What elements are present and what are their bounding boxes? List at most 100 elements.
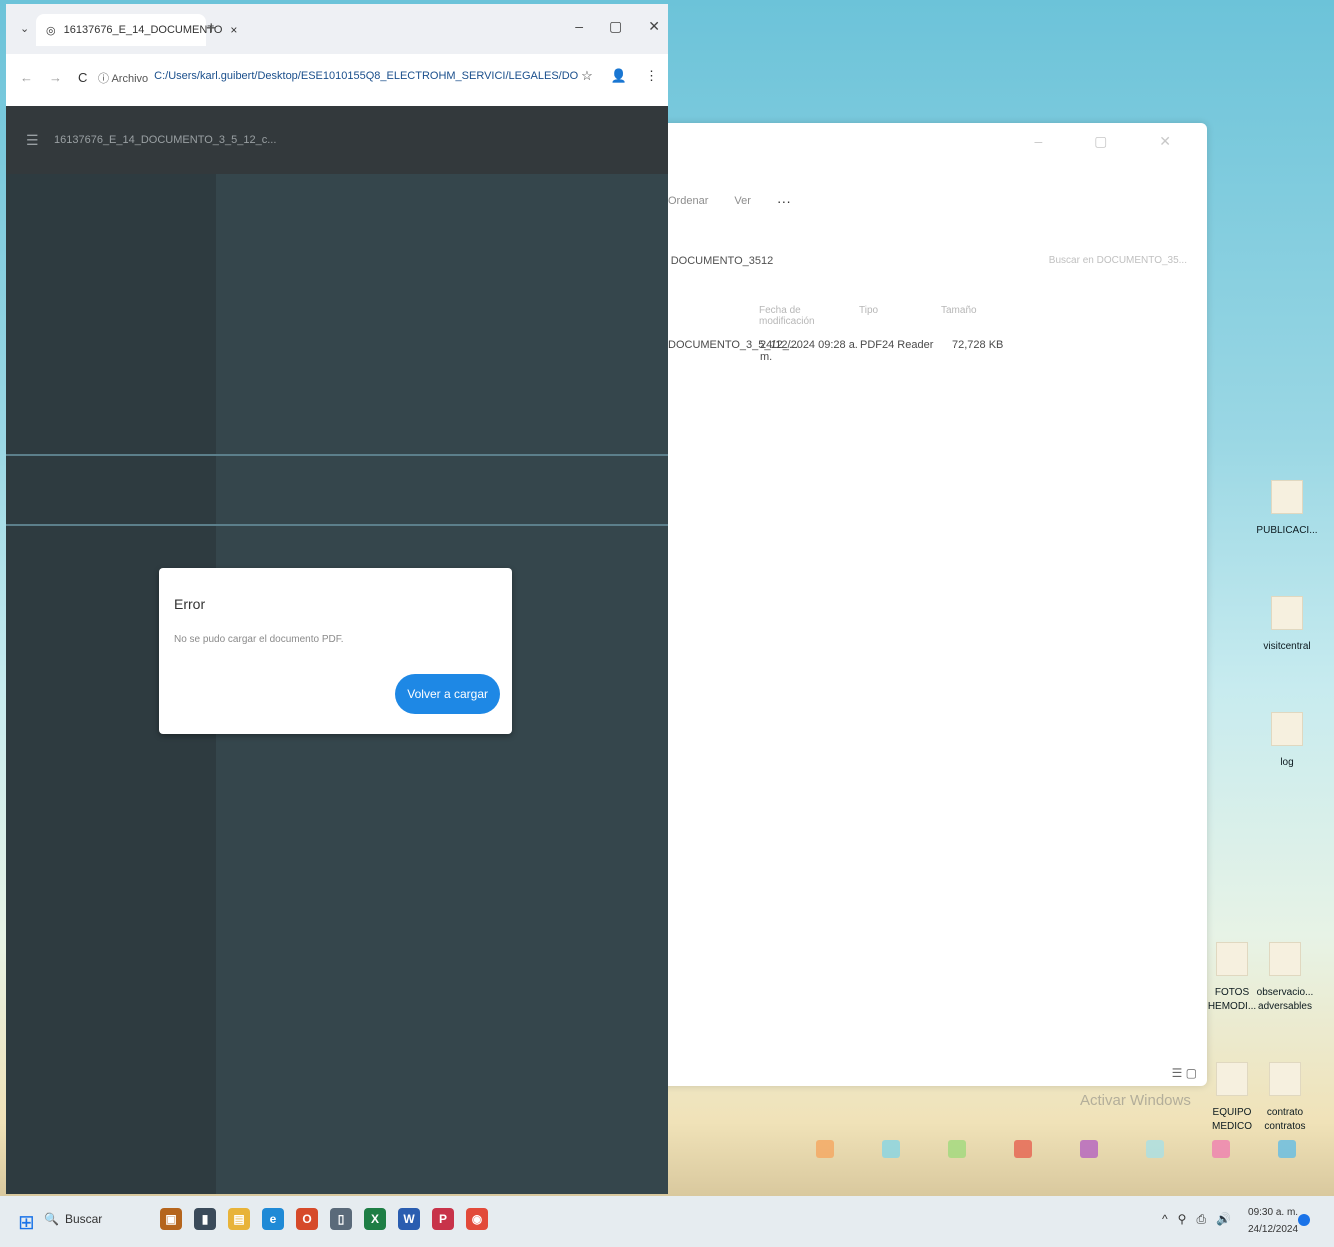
pdf-toolbar: ☰ 16137676_E_14_DOCUMENTO_3_5_12_c... (6, 106, 668, 174)
image-file-icon (1216, 942, 1248, 976)
desktop-shortcut-icon[interactable] (1278, 1140, 1296, 1158)
network-icon[interactable]: ⚲ (1178, 1212, 1187, 1227)
url-text: C:/Users/karl.guibert/Desktop/ESE1010155… (154, 70, 578, 82)
desktop-icon-label: log (1280, 757, 1294, 768)
more-options-button[interactable]: ··· (777, 193, 791, 209)
search-label: Buscar (64, 1212, 103, 1226)
file-icon (1271, 712, 1303, 746)
profile-icon[interactable]: 👤 (611, 68, 627, 84)
activation-watermark: Activar Windows (1080, 1092, 1191, 1109)
window-controls: – ▢ ✕ (575, 18, 660, 35)
desktop-icon-visitcentral[interactable]: visitcentral (1255, 596, 1319, 654)
desktop-shortcut-icon[interactable] (1146, 1140, 1164, 1158)
site-info-label[interactable]: ⓘ Archivo (98, 70, 148, 86)
tab-bar: ⌄ ◎ 16137676_E_14_DOCUMENTO × + – ▢ ✕ (6, 4, 668, 54)
explorer-search-input[interactable]: Buscar en DOCUMENTO_35... (1049, 255, 1187, 266)
file-explorer-icon[interactable]: ▤ (228, 1208, 250, 1230)
word-icon[interactable]: W (398, 1208, 420, 1230)
start-windows-icon[interactable]: ⊞ (18, 1210, 35, 1235)
desktop-icon-contrato[interactable]: contrato contratos (1253, 1062, 1317, 1134)
desktop-shortcut-icon[interactable] (1080, 1140, 1098, 1158)
reload-icon[interactable]: C (78, 70, 87, 85)
desktop-icon-publicacion[interactable]: PUBLICACI... (1255, 480, 1319, 538)
desktop-shortcut-icon[interactable] (1212, 1140, 1230, 1158)
tab-search-dropdown-icon[interactable]: ⌄ (20, 22, 29, 35)
file-name: DOCUMENTO_3_5_12_... (668, 339, 799, 351)
file-row[interactable]: DOCUMENTO_3_5_12_... 24/12/2024 09:28 a.… (668, 339, 1003, 363)
excel-icon[interactable]: X (364, 1208, 386, 1230)
system-tray: ^ ⚲ ⎙ 🔊 (1162, 1212, 1231, 1227)
taskbar-app-icon[interactable]: ▣ (160, 1208, 182, 1230)
time: 09:30 a. m. (1248, 1207, 1299, 1218)
desktop-shortcut-icon[interactable] (1014, 1140, 1032, 1158)
explorer-breadcrumb[interactable]: › DOCUMENTO_3512 (664, 255, 773, 267)
taskbar-app-icon[interactable]: ▮ (194, 1208, 216, 1230)
divider (6, 524, 668, 526)
tab-title: 16137676_E_14_DOCUMENTO (63, 24, 223, 36)
desktop-shortcut-icon[interactable] (948, 1140, 966, 1158)
tab-close-icon[interactable]: × (230, 23, 237, 37)
file-icon (1216, 1062, 1248, 1096)
chrome-icon[interactable]: ◉ (466, 1208, 488, 1230)
desktop-shortcut-icon[interactable] (816, 1140, 834, 1158)
file-icon (1271, 596, 1303, 630)
address-bar-actions: ☆ 👤 ⋮ (581, 68, 658, 84)
chevron-up-icon[interactable]: ^ (1162, 1212, 1168, 1227)
browser-menu-icon[interactable]: ⋮ (645, 68, 658, 84)
volume-icon[interactable]: 🔊 (1216, 1212, 1231, 1227)
column-header-size[interactable]: Tamaño (941, 305, 977, 327)
powerpoint-icon[interactable]: P (432, 1208, 454, 1230)
file-explorer-window[interactable]: – ▢ ✕ Ordenar Ver ··· › DOCUMENTO_3512 B… (640, 123, 1207, 1086)
maximize-button[interactable]: ▢ (609, 18, 622, 35)
globe-icon: ◎ (46, 24, 56, 37)
desktop-icon-label: contrato contratos (1264, 1107, 1306, 1132)
clock[interactable]: 09:30 a. m. 24/12/2024 (1248, 1204, 1298, 1238)
close-window-button[interactable]: ✕ (648, 18, 660, 35)
desktop-icon-label: visitcentral (1263, 641, 1311, 652)
desktop-icon-log[interactable]: log (1255, 712, 1319, 770)
date: 24/12/2024 (1248, 1224, 1299, 1235)
minimize-button[interactable]: – (575, 18, 583, 35)
back-arrow-icon[interactable]: ← (20, 70, 33, 85)
explorer-column-headers: Fecha de modificación Tipo Tamaño (759, 305, 977, 327)
hamburger-menu-icon[interactable]: ☰ (26, 132, 39, 149)
explorer-toolbar: Ordenar Ver ··· (668, 193, 791, 209)
new-tab-button[interactable]: + (206, 18, 217, 39)
forward-arrow-icon[interactable]: → (49, 70, 62, 85)
desktop-icon-observaciones[interactable]: observacio... adversables (1253, 942, 1317, 1014)
office-icon[interactable]: O (296, 1208, 318, 1230)
view-toggle-icons[interactable]: ☰ ▢ (1172, 1066, 1197, 1080)
url-field[interactable]: ⓘ Archivo C:/Users/karl.guibert/Desktop/… (98, 70, 578, 86)
reload-document-button[interactable]: Volver a cargar (395, 674, 500, 714)
desktop-shortcut-icon[interactable] (882, 1140, 900, 1158)
notification-icon[interactable] (1298, 1214, 1310, 1226)
navigation-buttons: ← → C (20, 70, 87, 85)
bookmark-star-icon[interactable]: ☆ (581, 68, 593, 84)
explorer-window-controls[interactable]: – ▢ ✕ (1034, 133, 1195, 150)
error-dialog: Error No se pudo cargar el documento PDF… (159, 568, 512, 734)
desktop-icon-label: observacio... adversables (1256, 987, 1314, 1012)
file-type: PDF24 Reader (860, 339, 934, 351)
taskbar: ⊞ 🔍 Buscar ▣ ▮ ▤ e O ▯ X W P ◉ ^ ⚲ ⎙ 🔊 0… (0, 1196, 1334, 1247)
address-bar: ← → C ⓘ Archivo C:/Users/karl.guibert/De… (6, 54, 668, 106)
edge-browser-icon[interactable]: e (262, 1208, 284, 1230)
taskbar-apps: ▣ ▮ ▤ e O ▯ X W P ◉ (160, 1208, 488, 1230)
column-header-type[interactable]: Tipo (859, 305, 941, 327)
folder-icon (1271, 480, 1303, 514)
taskbar-search[interactable]: 🔍 Buscar (44, 1212, 102, 1226)
sort-button[interactable]: Ordenar (668, 195, 708, 207)
search-icon: 🔍 (44, 1212, 59, 1226)
pdf-document-title: 16137676_E_14_DOCUMENTO_3_5_12_c... (54, 134, 277, 146)
column-header-modified[interactable]: Fecha de modificación (759, 305, 859, 327)
view-button[interactable]: Ver (734, 195, 751, 207)
dialog-message: No se pudo cargar el documento PDF. (174, 634, 344, 645)
dialog-title: Error (174, 596, 206, 612)
browser-tab[interactable]: ◎ 16137676_E_14_DOCUMENTO × (36, 14, 237, 46)
display-icon[interactable]: ⎙ (1196, 1212, 1206, 1227)
notepad-icon[interactable]: ▯ (330, 1208, 352, 1230)
browser-window: ⌄ ◎ 16137676_E_14_DOCUMENTO × + – ▢ ✕ ← … (6, 4, 668, 1194)
file-modified: 24/12/2024 09:28 a. m. (760, 339, 858, 363)
divider (6, 454, 668, 456)
file-icon (1269, 942, 1301, 976)
desktop-icon-label: PUBLICACI... (1256, 525, 1318, 536)
